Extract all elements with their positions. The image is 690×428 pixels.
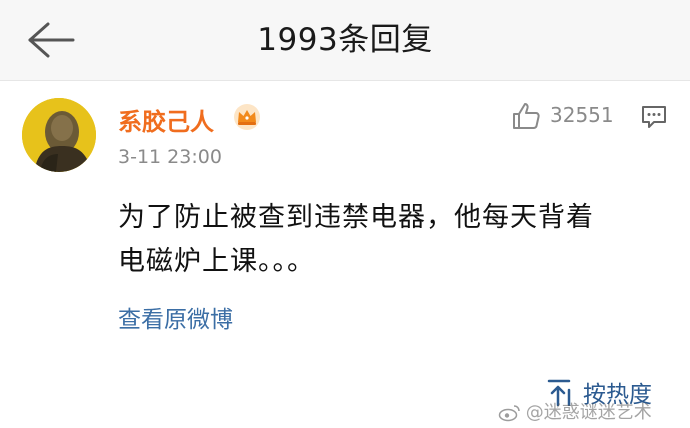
timestamp: 3-11 23:00 [118,146,222,168]
view-original-link[interactable]: 查看原微博 [118,300,233,334]
thumbs-up-icon [513,103,540,129]
reply-comment-icon[interactable] [640,103,668,131]
watermark-handle: @迷惑谜迷艺术 [525,402,652,423]
comment-line: 电磁炉上课。。。 [118,246,315,277]
back-button[interactable] [26,20,76,60]
watermark: @迷惑谜迷艺术 [498,398,652,424]
comment-content: 为了防止被查到违禁电器，他每天背着 电磁炉上课。。。 [118,196,658,284]
avatar[interactable] [22,98,96,172]
crown-icon [234,104,260,130]
weibo-icon [498,405,520,422]
like-count: 32551 [550,103,614,127]
username[interactable]: 系胶己人 [118,102,214,137]
like-button[interactable]: 32551 [510,100,616,134]
avatar-image [22,98,96,172]
comment-line: 为了防止被查到违禁电器，他每天背着 [118,202,594,233]
top-bar: 1993条回复 [0,0,690,81]
back-arrow-icon [28,22,75,58]
page-title: 1993条回复 [257,22,433,58]
